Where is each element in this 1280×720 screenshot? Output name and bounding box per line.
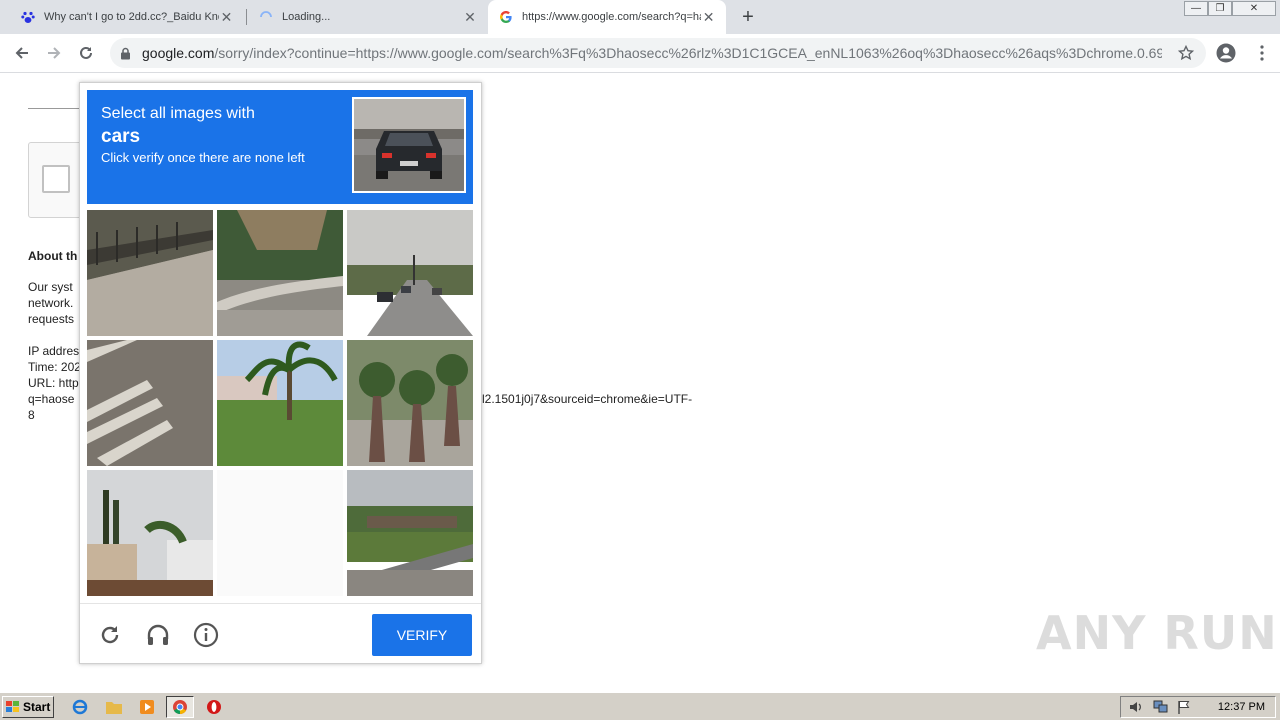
start-label: Start (23, 700, 51, 714)
windows-logo-icon (6, 701, 19, 712)
system-tray: 12:37 PM (1120, 696, 1276, 718)
challenge-grid (87, 210, 473, 596)
para-line: requests (28, 312, 75, 326)
tab-title: https://www.google.com/search?q=haos (522, 11, 702, 23)
start-button[interactable]: Start (2, 696, 54, 718)
arrow-right-icon (48, 47, 61, 59)
lock-icon (120, 47, 134, 60)
restore-button[interactable]: ❐ (1208, 1, 1232, 16)
new-tab-button[interactable]: + (738, 7, 758, 27)
grid-tile[interactable] (217, 340, 343, 466)
para-line: network. (28, 296, 74, 310)
reload-icon (80, 46, 92, 59)
reload-challenge-button[interactable] (96, 621, 124, 649)
internet-explorer-icon[interactable] (70, 697, 90, 717)
account-circle-icon (1216, 43, 1236, 63)
verify-button[interactable]: VERIFY (372, 614, 472, 656)
para-line: Our syst (28, 280, 73, 294)
reload-button[interactable] (74, 41, 98, 65)
ip-line: IP addres (28, 344, 80, 358)
about-heading: About th (28, 249, 78, 263)
challenge-footer: VERIFY (80, 603, 481, 664)
url-text: google.com/sorry/index?continue=https://… (142, 45, 1162, 61)
chrome-icon (173, 700, 187, 715)
url-host: google.com (142, 45, 215, 61)
star-icon (1178, 45, 1194, 61)
time-line: Time: 202 (28, 360, 81, 374)
back-button[interactable] (10, 41, 34, 65)
url-line: q=haose (28, 392, 75, 406)
headphones-icon (147, 624, 169, 645)
tab-strip: Why can't I go to 2dd.cc?_Baidu Know ✕ L… (0, 0, 1280, 34)
tab-separator (246, 9, 247, 25)
challenge-instruction: Select all images with (101, 105, 255, 122)
challenge-hint: Click verify once there are none left (101, 150, 305, 165)
sample-car-image (352, 97, 466, 193)
chrome-taskbar-button[interactable] (166, 696, 194, 718)
window-controls: — ❐ ✕ (1184, 1, 1276, 17)
grid-tile[interactable] (347, 340, 473, 466)
menu-button[interactable] (1250, 41, 1274, 65)
taskbar: Start 12:37 PM (0, 692, 1280, 720)
close-icon[interactable]: ✕ (701, 9, 716, 25)
browser-toolbar: google.com/sorry/index?continue=https://… (0, 34, 1280, 73)
network-icon[interactable] (1153, 700, 1169, 719)
challenge-target: cars (101, 126, 141, 147)
forward-button[interactable] (42, 41, 66, 65)
anyrun-watermark: ANY RUN (1036, 606, 1278, 660)
arrow-left-icon (15, 47, 28, 59)
address-bar[interactable]: google.com/sorry/index?continue=https://… (110, 38, 1206, 68)
url-path: /sorry/index?continue=https://www.google… (214, 45, 1162, 61)
url-line: 8 (28, 408, 35, 422)
info-button[interactable] (192, 621, 220, 649)
grid-tile-empty[interactable] (217, 470, 343, 596)
google-g-icon (498, 9, 514, 25)
recaptcha-challenge: Select all images with cars Click verify… (79, 82, 482, 664)
bookmark-star-button[interactable] (1174, 41, 1198, 65)
file-explorer-icon[interactable] (104, 697, 124, 717)
tab-loading[interactable]: Loading... ✕ (248, 0, 488, 34)
refresh-icon (101, 626, 119, 644)
window-close-button[interactable]: ✕ (1232, 1, 1276, 16)
tab-title: Loading... (282, 11, 331, 23)
grid-tile[interactable] (347, 470, 473, 596)
baidu-paw-icon (20, 9, 36, 25)
grid-tile[interactable] (87, 340, 213, 466)
tab-baidu[interactable]: Why can't I go to 2dd.cc?_Baidu Know ✕ (0, 0, 244, 34)
challenge-header: Select all images with cars Click verify… (87, 90, 473, 204)
profile-button[interactable] (1214, 41, 1238, 65)
loading-spinner-icon (258, 9, 274, 25)
close-icon[interactable]: ✕ (219, 9, 234, 25)
clock: 12:37 PM (1217, 701, 1265, 713)
grid-tile[interactable] (87, 210, 213, 336)
speaker-icon[interactable] (1129, 700, 1143, 719)
grid-tile[interactable] (217, 210, 343, 336)
tab-title: Why can't I go to 2dd.cc?_Baidu Know (44, 11, 220, 23)
grid-tile[interactable] (87, 470, 213, 596)
tab-google-search[interactable]: https://www.google.com/search?q=haos ✕ (488, 0, 726, 34)
action-center-flag-icon[interactable] (1177, 700, 1191, 719)
close-icon[interactable]: ✕ (462, 9, 478, 25)
kebab-menu-icon (1260, 45, 1264, 61)
minimize-button[interactable]: — (1184, 1, 1208, 16)
recaptcha-checkbox[interactable] (42, 165, 70, 193)
audio-challenge-button[interactable] (144, 621, 172, 649)
url-line: URL: http (28, 376, 79, 390)
url-tail: l2.1501j0j7&sourceid=chrome&ie=UTF- (482, 392, 693, 406)
info-icon (193, 622, 219, 648)
opera-icon[interactable] (204, 697, 224, 717)
grid-tile[interactable] (347, 210, 473, 336)
media-player-icon[interactable] (137, 697, 157, 717)
